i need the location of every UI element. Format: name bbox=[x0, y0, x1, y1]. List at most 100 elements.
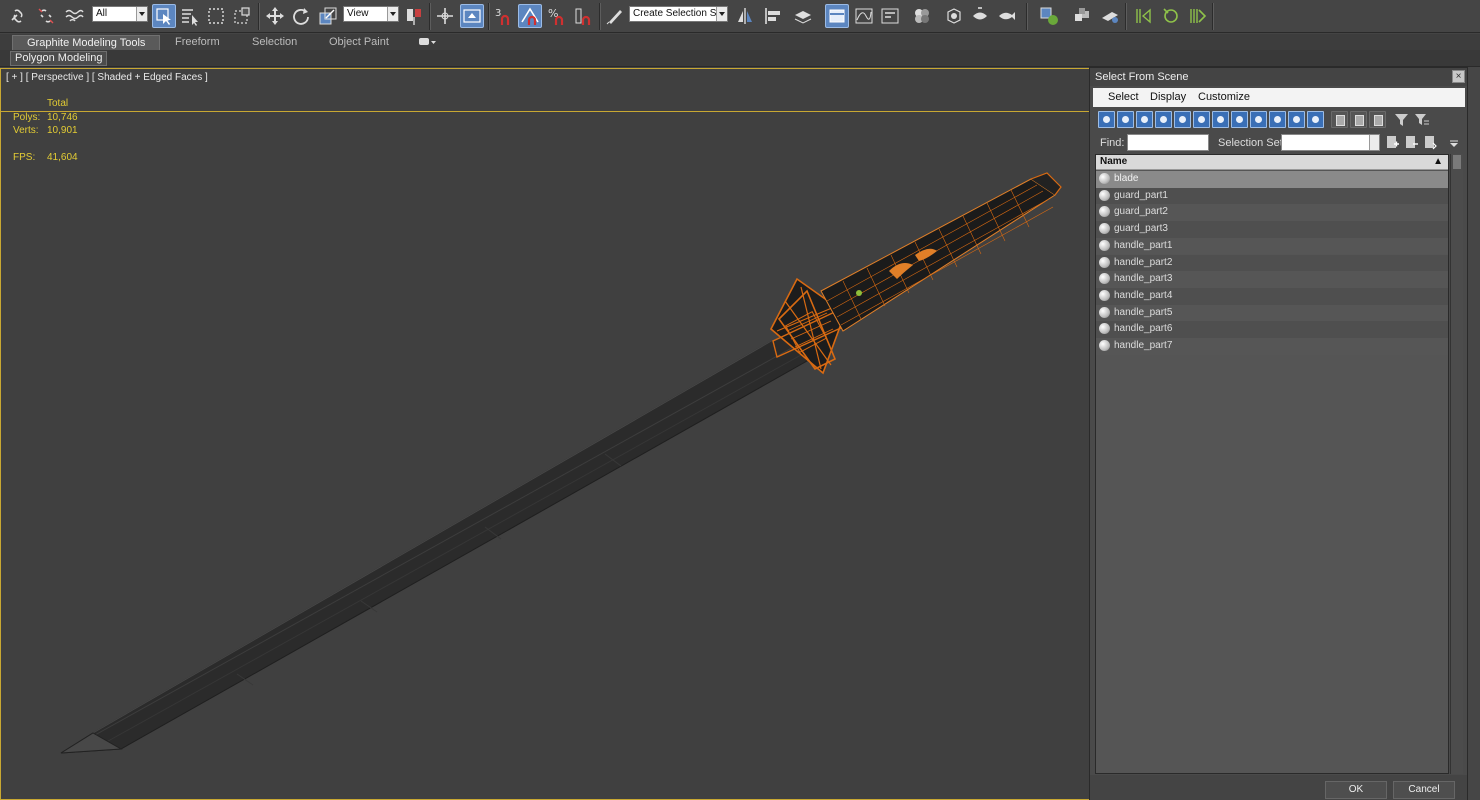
list-item[interactable]: guard_part3 bbox=[1096, 221, 1448, 238]
create-selection-set-icon[interactable] bbox=[1385, 135, 1400, 150]
menu-customize[interactable]: Customize bbox=[1198, 91, 1250, 103]
percent-snap-icon[interactable]: % bbox=[545, 4, 569, 28]
angle-snap-icon[interactable] bbox=[518, 4, 542, 28]
schematic-view-icon[interactable] bbox=[878, 4, 902, 28]
list-item[interactable]: blade bbox=[1096, 171, 1448, 188]
auto-key-icon[interactable] bbox=[1159, 4, 1183, 28]
display-helpers-icon[interactable] bbox=[1174, 111, 1191, 128]
container-icon[interactable] bbox=[1037, 4, 1061, 28]
close-icon[interactable]: × bbox=[1452, 70, 1465, 83]
graphite-toggle-icon[interactable] bbox=[825, 4, 849, 28]
display-bones-icon[interactable] bbox=[1250, 111, 1267, 128]
bind-space-warp-icon[interactable] bbox=[62, 4, 86, 28]
list-scrollbar[interactable] bbox=[1450, 154, 1463, 774]
selection-filter-combo[interactable]: All bbox=[92, 6, 148, 22]
viewport-label[interactable]: [ + ] [ Perspective ] [ Shaded + Edged F… bbox=[6, 72, 208, 83]
menu-display[interactable]: Display bbox=[1150, 91, 1186, 103]
manipulate-icon[interactable] bbox=[433, 4, 457, 28]
menu-select[interactable]: Select bbox=[1108, 91, 1139, 103]
perspective-viewport[interactable]: [ + ] [ Perspective ] [ Shaded + Edged F… bbox=[0, 68, 1089, 800]
move-icon[interactable] bbox=[263, 4, 287, 28]
display-shapes-icon[interactable] bbox=[1117, 111, 1134, 128]
display-space-warps-icon[interactable] bbox=[1193, 111, 1210, 128]
list-item[interactable]: handle_part7 bbox=[1096, 338, 1448, 355]
material-editor-icon[interactable] bbox=[910, 4, 934, 28]
select-object-icon[interactable] bbox=[152, 4, 176, 28]
select-none-icon[interactable] bbox=[1350, 111, 1367, 128]
rect-selection-icon[interactable] bbox=[204, 4, 228, 28]
render-setup-icon[interactable] bbox=[942, 4, 966, 28]
display-containers-icon[interactable] bbox=[1269, 111, 1286, 128]
tab-selection[interactable]: Selection bbox=[252, 35, 297, 50]
polygon-modeling-panel-button[interactable]: Polygon Modeling bbox=[10, 51, 108, 66]
scene-object-list[interactable]: Name ▲ blade guard_part1 guard_part2 guard_p… bbox=[1095, 154, 1449, 774]
remove-selection-set-icon[interactable] bbox=[1404, 135, 1419, 150]
ok-button[interactable]: OK bbox=[1325, 781, 1387, 799]
named-selection-set-combo[interactable]: Create Selection Se bbox=[629, 6, 728, 22]
find-input[interactable] bbox=[1127, 134, 1209, 151]
link-icon[interactable] bbox=[6, 4, 30, 28]
tab-object-paint[interactable]: Object Paint bbox=[329, 35, 389, 50]
selection-set-combo[interactable] bbox=[1281, 134, 1380, 151]
cancel-button[interactable]: Cancel bbox=[1393, 781, 1455, 799]
rotate-icon[interactable] bbox=[289, 4, 313, 28]
display-hidden-icon[interactable] bbox=[1307, 111, 1324, 128]
reference-coord-combo[interactable]: View bbox=[343, 6, 399, 22]
unlink-icon[interactable] bbox=[34, 4, 58, 28]
filter-icon[interactable] bbox=[1393, 111, 1410, 128]
list-item-label: handle_part1 bbox=[1114, 239, 1173, 251]
tab-graphite-modeling-tools[interactable]: Graphite Modeling Tools bbox=[12, 35, 161, 50]
display-lights-icon[interactable] bbox=[1136, 111, 1153, 128]
list-item[interactable]: guard_part1 bbox=[1096, 187, 1448, 205]
align-icon[interactable] bbox=[761, 4, 785, 28]
filter-options-icon[interactable] bbox=[1413, 111, 1430, 128]
keyboard-shortcut-override-icon[interactable] bbox=[460, 4, 484, 28]
stats-total-label: Total bbox=[47, 98, 69, 109]
populate-icon[interactable] bbox=[1070, 4, 1094, 28]
scrollbar-thumb[interactable] bbox=[1453, 155, 1461, 169]
find-row: Find: Selection Set: bbox=[1095, 134, 1465, 152]
list-item[interactable]: handle_part6 bbox=[1096, 321, 1448, 338]
ribbon-options-icon[interactable] bbox=[419, 37, 437, 47]
set-key-icon[interactable] bbox=[1186, 4, 1210, 28]
add-to-selection-set-icon[interactable] bbox=[1423, 135, 1438, 150]
dialog-footer: OK Cancel bbox=[1090, 775, 1467, 800]
geometry-object-icon bbox=[1099, 340, 1110, 351]
curve-editor-icon[interactable] bbox=[852, 4, 876, 28]
edit-named-selection-icon[interactable] bbox=[603, 4, 627, 28]
display-cameras-icon[interactable] bbox=[1155, 111, 1172, 128]
display-geometry-icon[interactable] bbox=[1098, 111, 1115, 128]
key-mode-icon[interactable] bbox=[1132, 4, 1156, 28]
display-frozen-icon[interactable] bbox=[1288, 111, 1305, 128]
list-item-label: handle_part2 bbox=[1114, 256, 1173, 268]
snap-toggle-icon[interactable]: 3 bbox=[492, 4, 516, 28]
window-crossing-icon[interactable] bbox=[230, 4, 254, 28]
display-groups-icon[interactable] bbox=[1212, 111, 1229, 128]
select-all-icon[interactable] bbox=[1331, 111, 1348, 128]
list-item-label: handle_part5 bbox=[1114, 306, 1173, 318]
dialog-menu-bar: Select Display Customize bbox=[1093, 88, 1465, 107]
list-item[interactable]: handle_part5 bbox=[1096, 304, 1448, 322]
column-header-name[interactable]: Name ▲ bbox=[1096, 155, 1448, 170]
rendered-frame-window-icon[interactable] bbox=[968, 4, 992, 28]
render-production-icon[interactable] bbox=[995, 4, 1019, 28]
display-xrefs-icon[interactable] bbox=[1231, 111, 1248, 128]
select-by-name-icon[interactable] bbox=[178, 4, 202, 28]
dialog-title[interactable]: Select From Scene bbox=[1090, 68, 1467, 86]
list-item-label: handle_part7 bbox=[1114, 340, 1173, 351]
list-item[interactable]: guard_part2 bbox=[1096, 204, 1448, 222]
dropdown-arrow-icon[interactable] bbox=[1449, 139, 1459, 147]
list-item[interactable]: handle_part3 bbox=[1096, 271, 1448, 288]
mirror-icon[interactable] bbox=[733, 4, 757, 28]
toolbar-separator bbox=[1026, 3, 1028, 30]
select-invert-icon[interactable] bbox=[1369, 111, 1386, 128]
tab-freeform[interactable]: Freeform bbox=[175, 35, 220, 50]
list-item[interactable]: handle_part2 bbox=[1096, 254, 1448, 272]
xref-icon[interactable] bbox=[1098, 4, 1122, 28]
spinner-snap-icon[interactable] bbox=[572, 4, 596, 28]
list-item[interactable]: handle_part1 bbox=[1096, 237, 1448, 255]
pivot-center-icon[interactable] bbox=[402, 4, 426, 28]
list-item[interactable]: handle_part4 bbox=[1096, 287, 1448, 305]
layer-manager-icon[interactable] bbox=[791, 4, 815, 28]
scale-icon[interactable] bbox=[316, 4, 340, 28]
